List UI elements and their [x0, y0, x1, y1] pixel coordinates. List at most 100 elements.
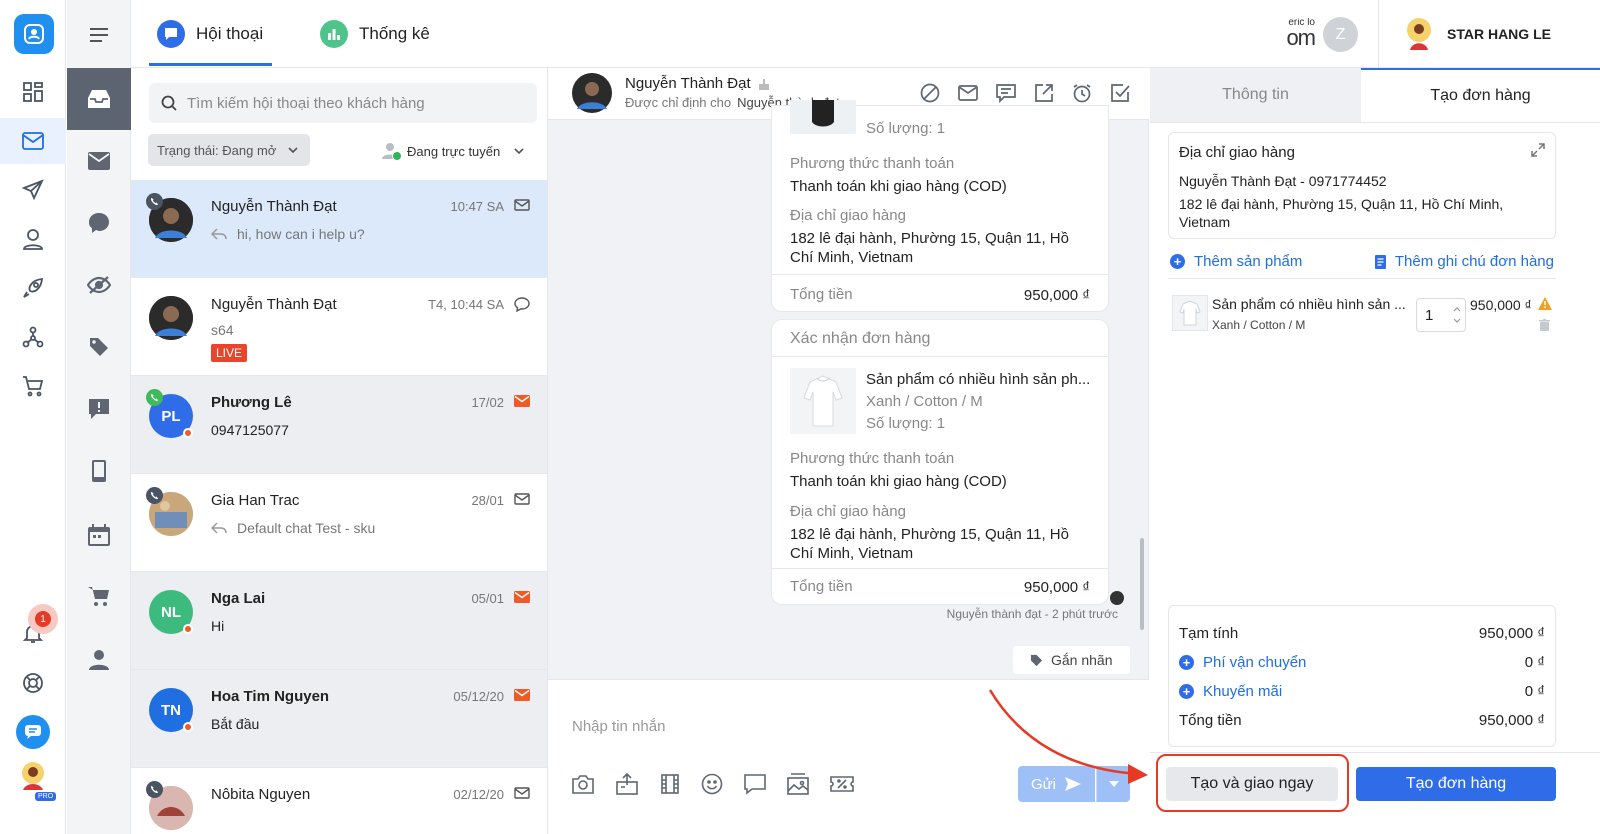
rocket-icon[interactable]	[0, 265, 66, 311]
warning-icon	[1538, 297, 1552, 310]
search-input[interactable]: Tìm kiếm hội thoại theo khách hàng	[149, 83, 537, 123]
conversation-item[interactable]: Gia Han Trac 28/01 Default chat Test - s…	[131, 474, 547, 572]
shipping-contact: Nguyễn Thành Đạt - 0971774452	[1179, 173, 1387, 189]
shopping-cart-icon[interactable]	[67, 566, 131, 628]
user-name[interactable]: STAR HANG LE	[1447, 26, 1551, 42]
block-icon[interactable]	[920, 83, 940, 103]
assigned-prefix: Được chỉ định cho	[625, 95, 732, 110]
alert-message-icon[interactable]	[67, 378, 131, 440]
menu-hamburger-icon[interactable]	[67, 4, 131, 66]
coupon-discount-icon[interactable]	[830, 774, 854, 794]
dashboard-icon[interactable]	[0, 69, 66, 115]
cart-icon[interactable]	[0, 363, 66, 409]
quantity-stepper[interactable]: 1	[1416, 298, 1466, 332]
network-icon[interactable]	[0, 314, 66, 360]
stepper-arrows-icon[interactable]	[1453, 305, 1461, 325]
conversation-preview: 0947125077	[211, 422, 289, 438]
conversation-item[interactable]: NL Nga Lai 05/01 Hi	[131, 572, 547, 670]
conversation-preview: Hi	[211, 618, 225, 634]
conversation-time: 17/02	[471, 395, 504, 410]
message-meta: Nguyễn thành đạt - 2 phút trước	[946, 607, 1118, 621]
chat-contact-name: Nguyễn Thành Đạt	[625, 75, 751, 92]
tab-info-label: Thông tin	[1222, 86, 1289, 103]
workspace-avatar[interactable]: Z	[1323, 17, 1358, 52]
tab-conversations[interactable]: Hội thoại	[157, 0, 263, 68]
avatar-initials: PL	[161, 407, 181, 425]
chat-widget-icon[interactable]	[0, 709, 66, 755]
product-name: Sản phẩm có nhiều hình sản ph...	[866, 371, 1091, 388]
payment-method-label: Phương thức thanh toán	[790, 155, 955, 172]
tag-icon[interactable]	[67, 316, 131, 378]
alarm-clock-icon[interactable]	[1072, 83, 1092, 103]
annotation-arrow-icon	[988, 689, 1148, 784]
conversation-item[interactable]: TN Hoa Tim Nguyen 05/12/20 Bắt đầu	[131, 670, 547, 768]
inbox-mail-icon[interactable]	[0, 118, 66, 164]
camera-icon[interactable]	[572, 774, 594, 794]
phone-badge-icon	[146, 487, 163, 504]
add-product-link[interactable]: + Thêm sản phẩm	[1170, 253, 1302, 270]
sender-avatar	[1110, 591, 1124, 605]
expand-icon[interactable]	[1531, 143, 1545, 157]
online-status-dropdown[interactable]: Đang trực tuyến	[381, 136, 524, 166]
conversation-item[interactable]: Nôbita Nguyen 02/12/20	[131, 768, 547, 834]
email-icon[interactable]	[958, 83, 978, 103]
subtotal-value: 950,000 ₫	[1478, 625, 1545, 642]
quick-reply-icon[interactable]	[744, 773, 766, 795]
shipping-fee-link[interactable]: + Phí vận chuyển	[1179, 654, 1306, 671]
annotation-highlight-box	[1156, 754, 1349, 812]
product-upload-icon[interactable]	[615, 773, 639, 795]
messenger-channel-icon[interactable]	[67, 192, 131, 254]
tab-info[interactable]: Thông tin	[1150, 68, 1361, 122]
mobile-phone-icon[interactable]	[67, 440, 131, 502]
tab-stats[interactable]: Thống kê	[320, 0, 430, 68]
conversation-time: 10:47 SA	[450, 199, 505, 214]
chat-contact-avatar[interactable]	[572, 73, 612, 113]
conversation-time: 05/12/20	[453, 689, 504, 704]
app-logo[interactable]	[14, 14, 54, 54]
scrollbar-thumb[interactable]	[1140, 538, 1144, 630]
plus-circle-icon: +	[1170, 254, 1185, 269]
shipping-fee-value: 0 ₫	[1524, 654, 1545, 671]
tab-create-order[interactable]: Tạo đơn hàng	[1361, 68, 1600, 122]
tag-label-button[interactable]: Gắn nhãn	[1013, 646, 1130, 674]
status-filter-dropdown[interactable]: Trạng thái: Đang mở	[148, 134, 310, 166]
total-label: Tổng tiền	[1179, 712, 1242, 729]
agent-icon[interactable]	[67, 628, 131, 690]
brand-logo-fragment: eric lo om	[1286, 18, 1315, 50]
conversation-item[interactable]: PL Phương Lê 17/02 0947125077	[131, 376, 547, 474]
external-link-icon[interactable]	[1034, 83, 1054, 103]
message-input[interactable]: Nhập tin nhắn	[572, 718, 665, 735]
user-avatar[interactable]: PRO	[17, 760, 57, 801]
notification-bell-icon[interactable]: 1	[0, 604, 66, 656]
divider	[1150, 122, 1600, 123]
customer-icon[interactable]	[0, 216, 66, 262]
video-film-icon[interactable]	[660, 774, 680, 794]
emoji-icon[interactable]	[701, 773, 723, 795]
discount-link[interactable]: + Khuyến mãi	[1179, 683, 1282, 700]
conversation-item[interactable]: Nguyễn Thành Đạt T4, 10:44 SA s64 LIVE	[131, 278, 547, 376]
add-order-note-link[interactable]: Thêm ghi chú đơn hàng	[1374, 253, 1554, 270]
payment-method-value: Thanh toán khi giao hàng (COD)	[790, 473, 1007, 490]
send-icon[interactable]	[0, 167, 66, 213]
delete-trash-icon[interactable]	[1539, 319, 1550, 331]
primary-rail: 1 PRO	[0, 0, 66, 834]
shipping-address-box: Địa chỉ giao hàng Nguyễn Thành Đạt - 097…	[1168, 132, 1556, 239]
user-profile-avatar[interactable]	[1402, 16, 1436, 52]
email-channel-icon[interactable]	[67, 130, 131, 192]
conversation-item[interactable]: Nguyễn Thành Đạt 10:47 SA hi, how can i …	[131, 180, 547, 278]
note-message-icon[interactable]	[996, 83, 1016, 103]
image-gallery-icon[interactable]	[787, 773, 809, 795]
quantity-value: 1	[1425, 306, 1434, 324]
all-inbox-icon[interactable]	[67, 68, 131, 130]
notification-count: 1	[35, 611, 51, 627]
conversation-preview: Bắt đầu	[211, 716, 260, 732]
create-order-button[interactable]: Tạo đơn hàng	[1356, 767, 1556, 801]
conversation-time: 28/01	[471, 493, 504, 508]
calendar-icon[interactable]	[67, 504, 131, 566]
payment-method-value: Thanh toán khi giao hàng (COD)	[790, 178, 1007, 195]
unread-dot	[183, 428, 193, 438]
mark-done-icon[interactable]	[1110, 83, 1130, 103]
shipping-fee-label: Phí vận chuyển	[1203, 654, 1307, 671]
hidden-comments-icon[interactable]	[67, 254, 131, 316]
support-lifebuoy-icon[interactable]	[0, 660, 66, 706]
